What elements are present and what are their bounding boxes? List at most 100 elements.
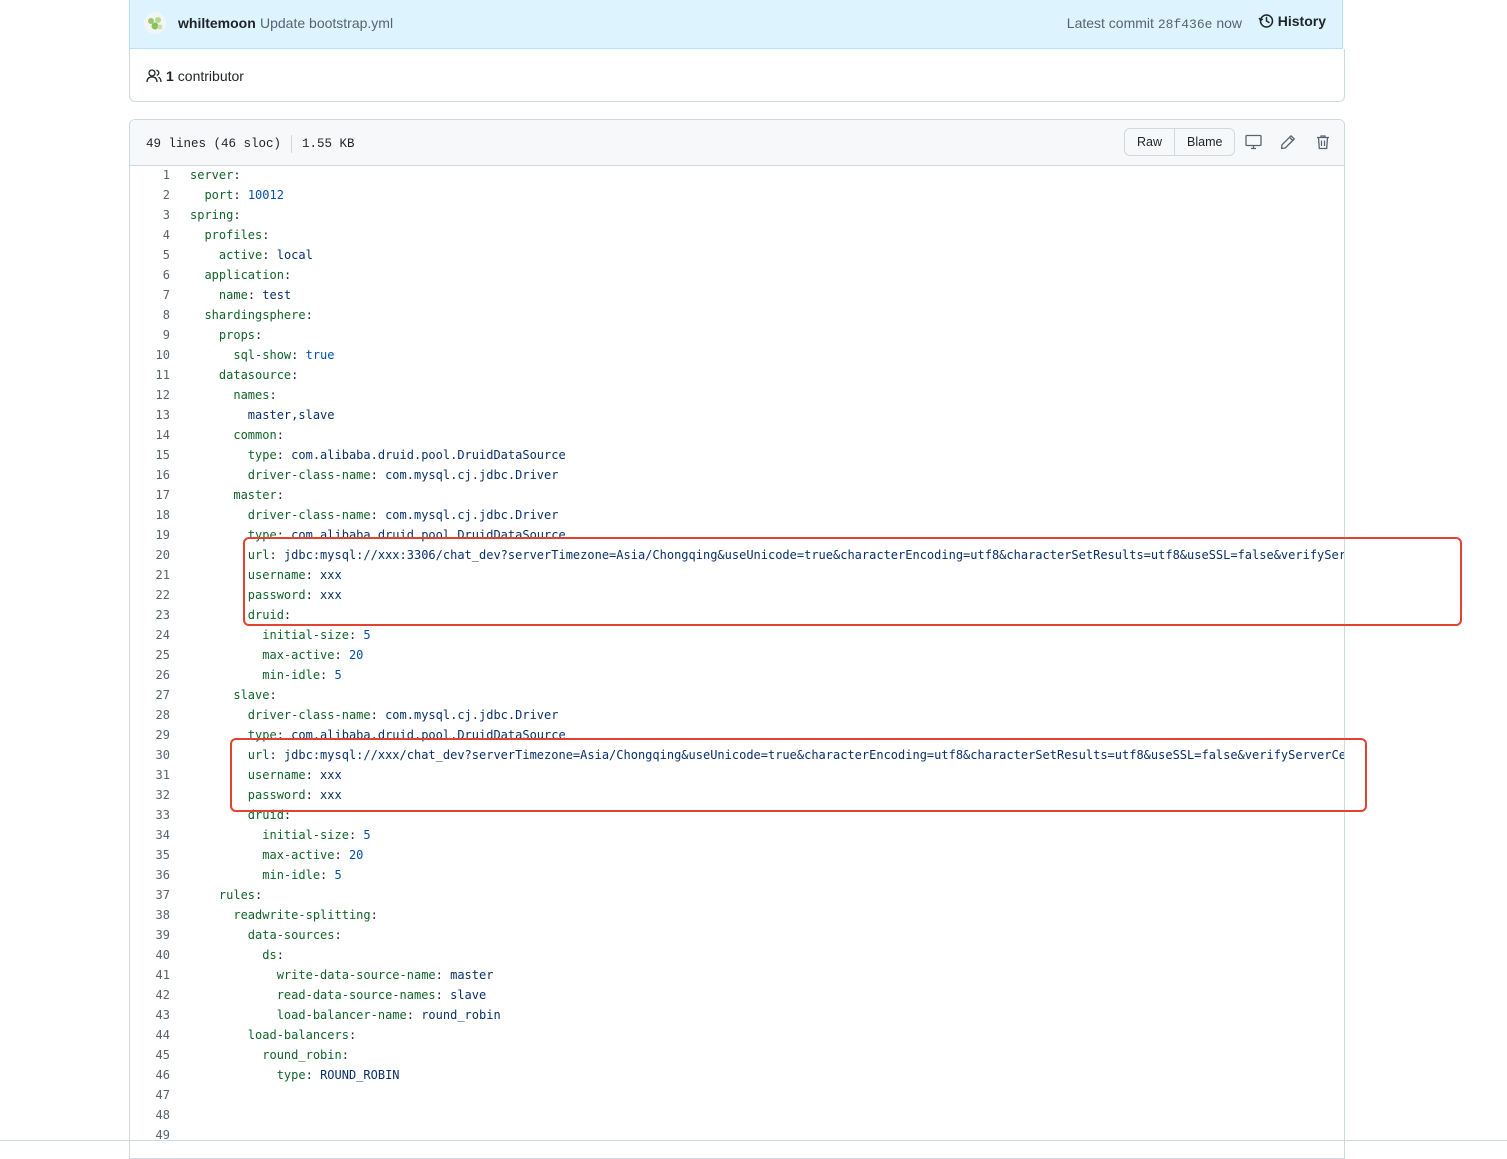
line-content: read-data-source-names: slave	[190, 985, 487, 1005]
line-number[interactable]: 2	[130, 185, 170, 205]
line-number[interactable]: 27	[130, 685, 170, 705]
contributors-count: 1	[166, 68, 174, 84]
line-number[interactable]: 16	[130, 465, 170, 485]
line-number[interactable]: 36	[130, 865, 170, 885]
line-content: load-balancer-name: round_robin	[190, 1005, 501, 1025]
line-number[interactable]: 44	[130, 1025, 170, 1045]
trash-icon[interactable]	[1313, 132, 1333, 152]
line-number[interactable]: 33	[130, 805, 170, 825]
yaml-key: slave	[233, 688, 270, 702]
line-number[interactable]: 42	[130, 985, 170, 1005]
code-line: 4 profiles:	[130, 225, 1344, 245]
yaml-value: com.mysql.cj.jdbc.Driver	[385, 508, 559, 522]
line-number[interactable]: 11	[130, 365, 170, 385]
line-number[interactable]: 14	[130, 425, 170, 445]
line-number[interactable]: 45	[130, 1045, 170, 1065]
code-line: 44 load-balancers:	[130, 1025, 1344, 1045]
yaml-key: profiles	[204, 228, 263, 242]
pencil-icon[interactable]	[1278, 132, 1298, 152]
yaml-value: 20	[348, 848, 364, 862]
line-number[interactable]: 28	[130, 705, 170, 725]
line-number[interactable]: 3	[130, 205, 170, 225]
line-number[interactable]: 32	[130, 785, 170, 805]
code-line: 17 master:	[130, 485, 1344, 505]
line-number[interactable]: 4	[130, 225, 170, 245]
line-number[interactable]: 12	[130, 385, 170, 405]
line-number[interactable]: 21	[130, 565, 170, 585]
line-number[interactable]: 39	[130, 925, 170, 945]
line-content: names:	[190, 385, 276, 405]
commit-author-link[interactable]: whiltemoon	[178, 15, 256, 31]
line-number[interactable]: 37	[130, 885, 170, 905]
line-number[interactable]: 35	[130, 845, 170, 865]
line-number[interactable]: 20	[130, 545, 170, 565]
line-number[interactable]: 8	[130, 305, 170, 325]
line-number[interactable]: 24	[130, 625, 170, 645]
yaml-key: round_robin	[262, 1048, 342, 1062]
file-info-divider	[291, 135, 293, 153]
line-number[interactable]: 18	[130, 505, 170, 525]
code-line: 34 initial-size: 5	[130, 825, 1344, 845]
file-lines-info: 49 lines (46 sloc)	[146, 137, 282, 151]
line-number[interactable]: 26	[130, 665, 170, 685]
line-number[interactable]: 46	[130, 1065, 170, 1085]
yaml-key: rules	[218, 888, 256, 902]
line-number[interactable]: 19	[130, 525, 170, 545]
line-number[interactable]: 9	[130, 325, 170, 345]
line-number[interactable]: 43	[130, 1005, 170, 1025]
line-number[interactable]: 41	[130, 965, 170, 985]
code-line: 10 sql-show: true	[130, 345, 1344, 365]
line-number[interactable]: 38	[130, 905, 170, 925]
line-number[interactable]: 23	[130, 605, 170, 625]
yaml-value: 20	[348, 648, 364, 662]
line-number[interactable]: 48	[130, 1105, 170, 1125]
yaml-key: common	[233, 428, 277, 442]
code-line: 25 max-active: 20	[130, 645, 1344, 665]
blame-button[interactable]: Blame	[1174, 129, 1234, 155]
line-number[interactable]: 49	[130, 1125, 170, 1145]
code-line: 26 min-idle: 5	[130, 665, 1344, 685]
line-number[interactable]: 29	[130, 725, 170, 745]
line-content: max-active: 20	[190, 645, 363, 665]
line-number[interactable]: 1	[130, 165, 170, 185]
history-icon	[1258, 14, 1274, 28]
line-number[interactable]: 15	[130, 445, 170, 465]
line-number[interactable]: 22	[130, 585, 170, 605]
history-link[interactable]: History	[1258, 13, 1326, 29]
line-number[interactable]: 13	[130, 405, 170, 425]
yaml-value: true	[305, 348, 335, 362]
line-number[interactable]: 31	[130, 765, 170, 785]
line-number[interactable]: 7	[130, 285, 170, 305]
line-number[interactable]: 30	[130, 745, 170, 765]
raw-button[interactable]: Raw	[1125, 129, 1174, 155]
line-number[interactable]: 10	[130, 345, 170, 365]
line-number[interactable]: 40	[130, 945, 170, 965]
code-area[interactable]: 1 server: 2 port: 10012 3 spring: 4 profiles:…	[130, 165, 1344, 1158]
line-number[interactable]: 17	[130, 485, 170, 505]
line-number[interactable]: 6	[130, 265, 170, 285]
commit-sha-link[interactable]: 28f436e	[1158, 17, 1213, 32]
line-number[interactable]: 5	[130, 245, 170, 265]
line-number[interactable]: 25	[130, 645, 170, 665]
code-line: 41 write-data-source-name: master	[130, 965, 1344, 985]
code-line: 11 datasource:	[130, 365, 1344, 385]
commit-message-link[interactable]: Update bootstrap.yml	[260, 15, 393, 31]
line-number[interactable]: 47	[130, 1085, 170, 1105]
line-content: driver-class-name: com.mysql.cj.jdbc.Dri…	[190, 505, 559, 525]
yaml-key: type	[247, 448, 277, 462]
contributors-link[interactable]: 1 contributor	[146, 68, 244, 84]
line-content: active: local	[190, 245, 313, 265]
yaml-key: master	[233, 488, 277, 502]
line-content: ds:	[190, 945, 284, 965]
line-number[interactable]: 34	[130, 825, 170, 845]
avatar[interactable]	[144, 12, 166, 34]
desktop-icon[interactable]	[1243, 132, 1263, 152]
yaml-key: readwrite-splitting	[233, 908, 371, 922]
